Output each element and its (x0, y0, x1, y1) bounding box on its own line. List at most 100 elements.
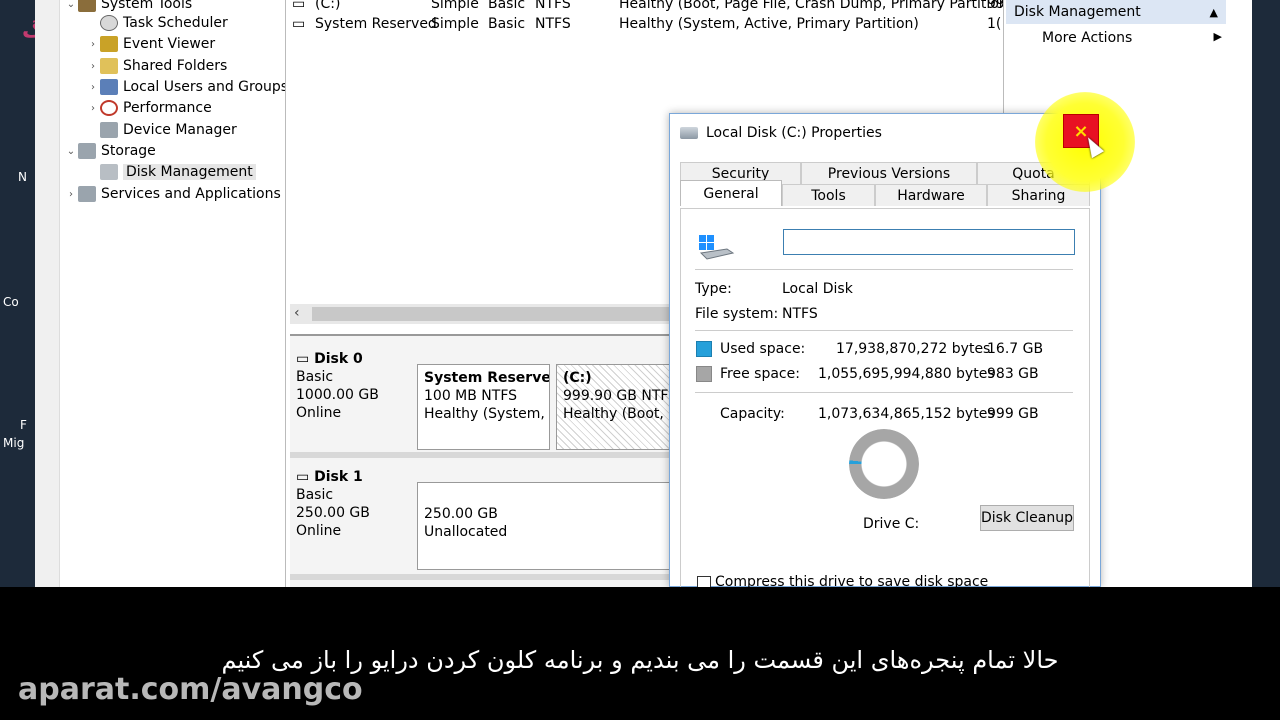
partition-status: Healthy (Boot, Pa (563, 406, 669, 422)
partition-name: (C:) (563, 370, 592, 386)
properties-dialog: Local Disk (C:) Properties Security Prev… (669, 113, 1101, 590)
volume-status: Healthy (Boot, Page File, Crash Dump, Pr… (619, 0, 1014, 12)
partition-system-reserved[interactable]: System Reserved 100 MB NTFS Healthy (Sys… (417, 364, 550, 450)
volume-row[interactable]: ▭ (C:) Simple Basic NTFS Healthy (Boot, … (290, 0, 1013, 14)
disk0-type: Basic (296, 369, 334, 385)
fs-value: NTFS (782, 306, 818, 322)
disk0-name: Disk 0 (314, 351, 363, 367)
chevron-right-icon[interactable]: › (86, 103, 100, 114)
volume-row[interactable]: ▭ System Reserved Simple Basic NTFS Heal… (290, 14, 1003, 34)
tree-item-shared-folders[interactable]: › Shared Folders (86, 56, 227, 76)
disk1-label[interactable]: ▭ Disk 1 Basic 250.00 GB Online (296, 468, 370, 540)
chevron-down-icon[interactable]: ⌄ (64, 0, 78, 10)
tree-item-performance[interactable]: › Performance (86, 98, 212, 118)
drive-label: Drive C: (863, 516, 920, 532)
disk0-size: 1000.00 GB (296, 387, 379, 403)
tab-hardware[interactable]: Hardware (875, 184, 987, 206)
free-label: Free space: (720, 366, 800, 382)
drive-icon: ▭ (292, 16, 306, 32)
performance-icon (100, 100, 118, 116)
chevron-right-icon[interactable]: › (86, 39, 100, 50)
volume-type: Basic (488, 0, 526, 12)
tab-previous-versions[interactable]: Previous Versions (801, 162, 977, 184)
partition-status: Unallocated (424, 524, 508, 540)
volume-type: Basic (488, 16, 526, 32)
dialog-title: Local Disk (C:) Properties (706, 125, 882, 141)
tree-item-local-users[interactable]: › Local Users and Groups (86, 77, 285, 97)
disk1-state: Online (296, 523, 342, 539)
disk1-type: Basic (296, 487, 334, 503)
submenu-arrow-icon: ▶ (1213, 30, 1222, 43)
tab-general[interactable]: General (680, 180, 782, 206)
actions-header[interactable]: Disk Management ▲ (1006, 0, 1226, 24)
users-icon (100, 79, 118, 95)
fs-label: File system: (695, 306, 779, 322)
chevron-down-icon[interactable]: ⌄ (64, 146, 78, 157)
desktop-right-edge (1252, 0, 1280, 587)
volume-name: System Reserved (315, 16, 437, 32)
event-viewer-icon (100, 36, 118, 52)
tools-icon (78, 0, 96, 12)
partition-c[interactable]: (C:) 999.90 GB NTFS Healthy (Boot, Pa (556, 364, 670, 450)
tree-item-storage[interactable]: ⌄ Storage (64, 141, 156, 161)
scrollbar-thumb[interactable] (312, 307, 672, 321)
storage-icon (78, 143, 96, 159)
watermark: aparat.com/avangco (18, 672, 363, 707)
used-bytes: 17,938,870,272 bytes (836, 341, 991, 357)
collapse-up-icon[interactable]: ▲ (1210, 6, 1218, 19)
capacity-bytes: 1,073,634,865,152 bytes (818, 406, 995, 422)
disk-separator (290, 452, 670, 458)
partition-unallocated[interactable]: 250.00 GB Unallocated (417, 482, 670, 570)
windows-drive-icon (699, 235, 735, 260)
disk-cleanup-button[interactable]: Disk Cleanup (980, 505, 1074, 531)
chevron-right-icon[interactable]: › (64, 189, 78, 200)
partition-size: 999.90 GB NTFS (563, 388, 670, 404)
volume-label-input[interactable] (783, 229, 1075, 255)
type-label: Type: (695, 281, 732, 297)
free-space-swatch (696, 366, 712, 382)
partition-bar (417, 482, 670, 483)
disk0-state: Online (296, 405, 342, 421)
disk-map: ▭ Disk 0 Basic 1000.00 GB Online System … (290, 334, 670, 587)
usage-donut-chart (849, 429, 919, 499)
desktop-left-edge: N Co F Mig (0, 0, 35, 587)
disk-management-icon (100, 164, 118, 180)
clock-icon (100, 15, 118, 31)
tree-item-services-apps[interactable]: › Services and Applications (64, 184, 281, 204)
partition-size: 100 MB NTFS (424, 388, 518, 404)
window-left-margin (35, 0, 60, 587)
device-manager-icon (100, 122, 118, 138)
capacity-gb: 999 GB (987, 406, 1039, 422)
free-bytes: 1,055,695,994,880 bytes (818, 366, 995, 382)
horizontal-scrollbar[interactable]: ‹ (290, 304, 672, 324)
services-icon (78, 186, 96, 202)
used-gb: 16.7 GB (987, 341, 1044, 357)
tree-item-event-viewer[interactable]: › Event Viewer (86, 34, 215, 54)
volume-capacity: 1( (987, 16, 1002, 32)
divider (695, 269, 1073, 270)
drive-icon: ▭ (292, 0, 306, 12)
partition-bar (556, 364, 670, 365)
chevron-right-icon[interactable]: › (86, 82, 100, 93)
console-tree: ⌄ System Tools Task Scheduler › Event Vi… (60, 0, 286, 587)
divider (695, 392, 1073, 393)
more-actions-item[interactable]: More Actions ▶ (1042, 30, 1222, 46)
volume-layout: Simple (431, 0, 479, 12)
tree-item-task-scheduler[interactable]: Task Scheduler (86, 13, 228, 33)
tab-tools[interactable]: Tools (782, 184, 875, 206)
tree-item-device-manager[interactable]: Device Manager (86, 120, 237, 140)
disk0-label[interactable]: ▭ Disk 0 Basic 1000.00 GB Online (296, 350, 379, 422)
tab-row-bottom: General Tools Hardware Sharing (680, 180, 1090, 206)
disk-separator (290, 574, 670, 580)
volume-fs: NTFS (535, 0, 571, 12)
type-value: Local Disk (782, 281, 853, 297)
chevron-right-icon[interactable]: › (86, 61, 100, 72)
tree-item-disk-management[interactable]: Disk Management (86, 162, 256, 182)
general-tab-panel: Type: Local Disk File system: NTFS Used … (680, 208, 1090, 590)
volume-status: Healthy (System, Active, Primary Partiti… (619, 16, 919, 32)
capacity-label: Capacity: (720, 406, 785, 422)
scroll-left-icon[interactable]: ‹ (294, 305, 300, 321)
desktop-icon-label: Co (3, 295, 19, 309)
disk1-size: 250.00 GB (296, 505, 370, 521)
tree-item-system-tools[interactable]: ⌄ System Tools (64, 0, 192, 14)
